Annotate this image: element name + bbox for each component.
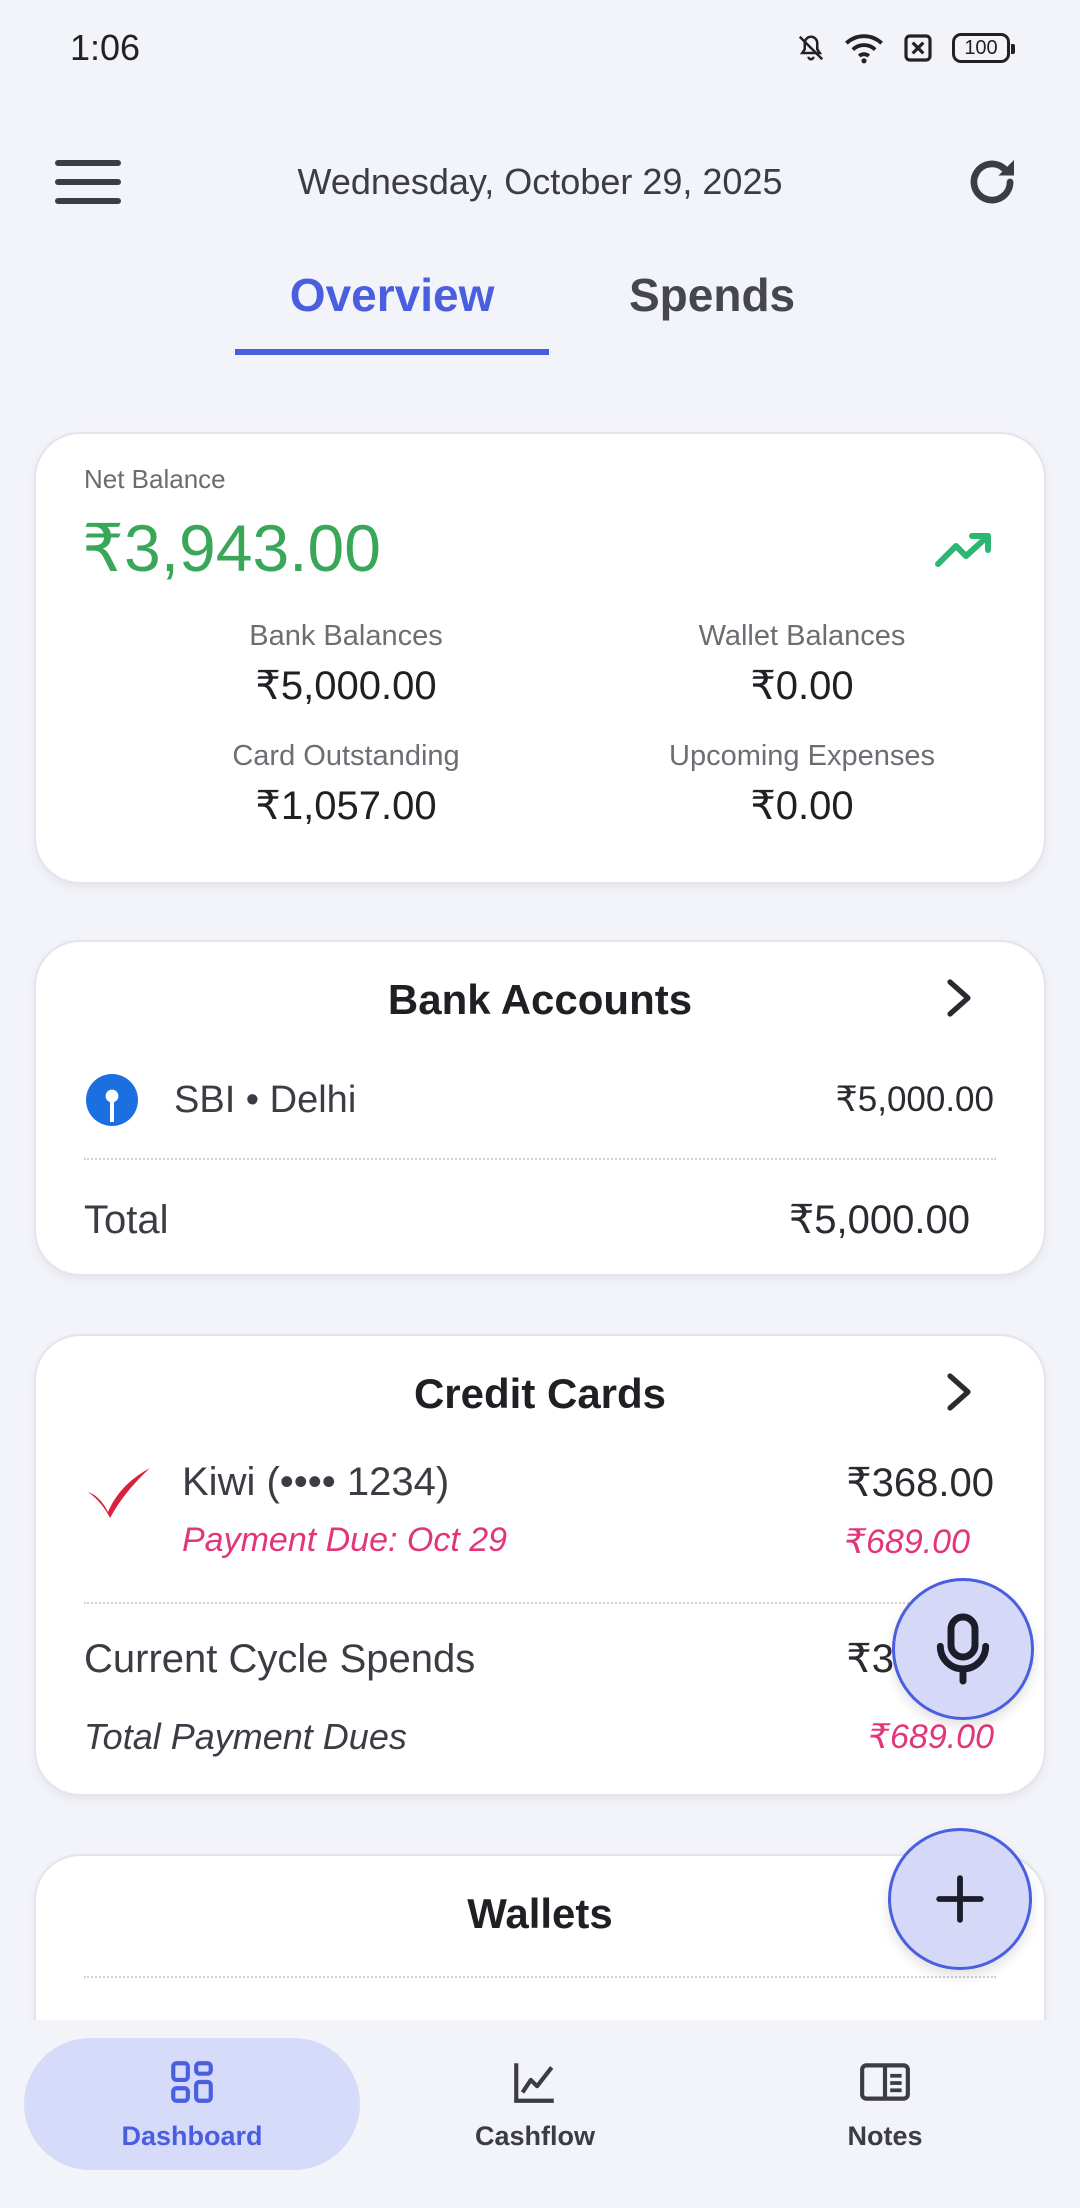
- divider: [84, 1602, 996, 1604]
- date-title: Wednesday, October 29, 2025: [297, 161, 783, 202]
- upcoming-expenses-label: Upcoming Expenses: [669, 740, 935, 772]
- nav-cashflow-label: Cashflow: [474, 2120, 595, 2151]
- bank-account-amount: ₹5,000.00: [835, 1080, 994, 1119]
- nav-cashflow[interactable]: Cashflow: [360, 2038, 710, 2170]
- divider: [84, 1976, 996, 1978]
- refresh-button[interactable]: [954, 144, 1030, 220]
- status-time: 1:06: [70, 27, 141, 68]
- nav-notes[interactable]: Notes: [710, 2038, 1060, 2170]
- microphone-icon: [936, 1613, 990, 1685]
- bank-account-row[interactable]: SBI • Delhi ₹5,000.00: [84, 1072, 994, 1128]
- bell-off-icon: [798, 35, 824, 61]
- chevron-right-icon[interactable]: [944, 978, 974, 1018]
- top-bar: Wednesday, October 29, 2025: [0, 140, 1080, 224]
- wallet-balances-value: ₹0.00: [750, 664, 854, 708]
- card-outstanding-label: Card Outstanding: [232, 740, 460, 772]
- bank-balances-label: Bank Balances: [249, 620, 443, 652]
- bank-accounts-title: Bank Accounts: [387, 976, 693, 1023]
- kiwi-icon: [88, 1468, 150, 1518]
- status-bar: 1:06 100: [0, 0, 1080, 96]
- credit-card-due-amount: ₹689.00: [844, 1523, 970, 1561]
- net-balance-label: Net Balance: [84, 464, 226, 494]
- bank-total-amount: ₹5,000.00: [788, 1198, 970, 1242]
- tab-spends[interactable]: Spends: [549, 255, 845, 355]
- net-balance-card[interactable]: Net Balance ₹3,943.00 Bank Balances ₹5,0…: [34, 432, 1046, 884]
- tab-overview[interactable]: Overview: [235, 255, 550, 355]
- cycle-spends-row: Current Cycle Spends ₹3: [84, 1636, 994, 1682]
- upcoming-expenses-value: ₹0.00: [750, 784, 854, 828]
- bank-total-label: Total: [84, 1197, 169, 1242]
- tab-bar: Overview Spends: [235, 255, 845, 355]
- status-icons: 100: [796, 32, 1015, 64]
- payment-dues-label: Total Payment Dues: [84, 1716, 407, 1757]
- wallet-balances-label: Wallet Balances: [698, 620, 906, 652]
- card-outstanding-value: ₹1,057.00: [255, 784, 437, 828]
- sim-off-icon: [904, 34, 932, 62]
- bank-total-row: Total ₹5,000.00: [84, 1197, 994, 1243]
- nav-dashboard[interactable]: Dashboard: [24, 2038, 360, 2170]
- refresh-icon: [970, 160, 1014, 204]
- cycle-spends-label: Current Cycle Spends: [84, 1636, 476, 1681]
- credit-cards-card: Credit Cards Kiwi (•••• 1234) Payment Du…: [34, 1334, 1046, 1796]
- voice-input-button[interactable]: [892, 1578, 1034, 1720]
- add-button[interactable]: [888, 1828, 1032, 1970]
- bottom-nav: Dashboard Cashflow Notes: [0, 2020, 1080, 2208]
- dashboard-icon: [171, 2060, 213, 2103]
- sbi-icon: [86, 1074, 138, 1126]
- nav-notes-label: Notes: [847, 2120, 923, 2151]
- credit-card-row[interactable]: Kiwi (•••• 1234) Payment Due: Oct 29 ₹36…: [84, 1460, 994, 1562]
- cycle-spends-amount: ₹3: [846, 1637, 894, 1681]
- credit-card-due-label: Payment Due: Oct 29: [182, 1521, 508, 1559]
- chevron-right-icon[interactable]: [944, 1372, 974, 1412]
- trending-up-icon: [935, 533, 991, 567]
- credit-card-amount: ₹368.00: [846, 1461, 994, 1505]
- menu-button[interactable]: [50, 144, 126, 220]
- net-balance-value: ₹3,943.00: [82, 511, 381, 585]
- plus-icon: [936, 1875, 984, 1923]
- battery-icon: 100: [952, 33, 1015, 63]
- payment-dues-row: Total Payment Dues ₹689.00: [84, 1716, 994, 1758]
- hamburger-icon: [55, 160, 121, 204]
- notes-icon: [860, 2062, 910, 2101]
- payment-dues-amount: ₹689.00: [868, 1718, 994, 1756]
- card-outstanding-cell: Card Outstanding ₹1,057.00: [116, 740, 576, 829]
- divider: [84, 1158, 996, 1160]
- chart-icon: [514, 2062, 554, 2103]
- credit-card-name: Kiwi (•••• 1234): [182, 1460, 450, 1504]
- nav-dashboard-label: Dashboard: [121, 2120, 263, 2151]
- bank-balances-value: ₹5,000.00: [255, 664, 437, 708]
- wallet-balances-cell: Wallet Balances ₹0.00: [572, 620, 1032, 709]
- upcoming-expenses-cell: Upcoming Expenses ₹0.00: [572, 740, 1032, 829]
- bank-account-name: SBI • Delhi: [174, 1078, 357, 1121]
- credit-cards-title: Credit Cards: [413, 1370, 667, 1417]
- wifi-icon: [845, 34, 883, 64]
- bank-balances-cell: Bank Balances ₹5,000.00: [116, 620, 576, 709]
- bank-accounts-card: Bank Accounts SBI • Delhi ₹5,000.00 Tota…: [34, 940, 1046, 1276]
